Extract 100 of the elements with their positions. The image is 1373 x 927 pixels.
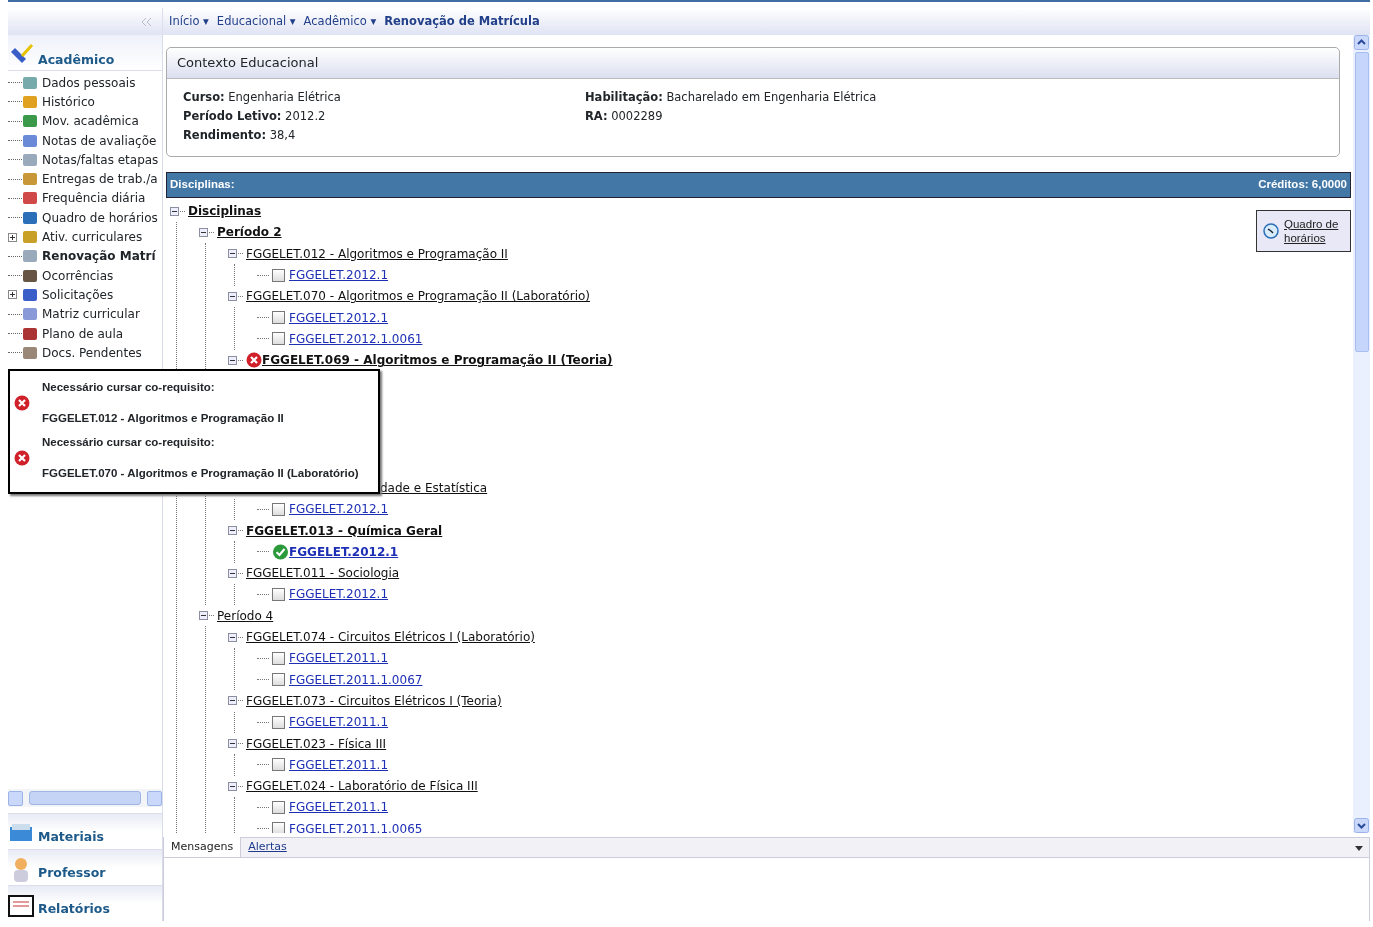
checkbox[interactable] <box>272 715 285 729</box>
vertical-scrollbar[interactable] <box>1353 35 1370 833</box>
scroll-up-icon[interactable] <box>1354 35 1369 50</box>
tooltip-title: Necessário cursar co-requisito: <box>42 434 216 450</box>
menu-item-icon <box>22 132 38 149</box>
tree-node-label[interactable]: FGGELET.073 - Circuitos Elétricos I (Teoria) <box>246 691 502 710</box>
menu-item-icon <box>22 344 38 361</box>
minus-icon[interactable] <box>228 739 237 749</box>
menu-link[interactable]: Ativ. curriculares <box>42 228 143 246</box>
menu-item-icon <box>22 286 38 303</box>
checkbox[interactable] <box>272 758 285 772</box>
menu-item-icon <box>22 74 38 91</box>
menu-link[interactable]: Solicitações <box>42 285 114 304</box>
menu-link[interactable]: Matriz curricular <box>42 305 140 324</box>
checkbox[interactable] <box>272 673 285 687</box>
tree-node-label[interactable]: FGGELET.024 - Laboratório de Física III <box>246 777 478 796</box>
menu-link[interactable]: Docs. Pendentes <box>42 343 142 362</box>
checkbox[interactable] <box>272 268 285 282</box>
offer-link[interactable]: FGGELET.2011.1.0065 <box>289 819 423 833</box>
menu-link[interactable]: Renovação Matrí <box>42 247 156 266</box>
minus-icon[interactable] <box>199 227 208 237</box>
menu-item-icon <box>22 190 38 207</box>
panel-tab[interactable]: Mensagens <box>164 836 242 857</box>
credits-label: Créditos: 6,0000 <box>1258 177 1347 193</box>
offer-link[interactable]: FGGELET.2012.1 <box>289 542 399 561</box>
breadcrumb-link[interactable]: Educacional ▾ <box>216 12 296 31</box>
minus-icon[interactable] <box>228 632 237 642</box>
tree-node-label[interactable]: Período 4 <box>217 606 274 625</box>
tree-node-label[interactable]: FGGELET.013 - Química Geral <box>246 521 443 540</box>
checkbox[interactable] <box>272 588 285 601</box>
tree-node-label[interactable]: FGGELET.012 - Algoritmos e Programação II <box>246 244 508 263</box>
menu-link[interactable]: Notas de avaliaçõe <box>42 131 157 150</box>
schedule-button[interactable]: Quadro de horários <box>1256 209 1351 253</box>
tree-node-label[interactable]: FGGELET.074 - Circuitos Elétricos I (Laboratório) <box>246 628 535 647</box>
breadcrumb-link[interactable]: Renovação de Matrícula <box>384 12 540 31</box>
clock-icon <box>1263 222 1279 239</box>
panel-title: Contexto Educacional <box>167 48 1339 79</box>
field-text: Curso: Engenharia Elétrica <box>183 88 342 106</box>
offer-link[interactable]: FGGELET.2011.1 <box>289 755 389 774</box>
error-icon <box>14 449 30 466</box>
minus-icon[interactable] <box>228 781 237 791</box>
offer-link[interactable]: FGGELET.2011.1 <box>289 713 389 732</box>
menu-item-icon <box>22 209 38 226</box>
menu-link[interactable]: Quadro de horários <box>42 208 158 227</box>
menu-item-icon <box>22 93 38 110</box>
minus-icon[interactable] <box>199 611 208 621</box>
tree-node-label[interactable]: Período 2 <box>217 223 282 242</box>
offer-link[interactable]: FGGELET.2012.1.0061 <box>289 329 423 348</box>
checkbox[interactable] <box>272 800 285 814</box>
breadcrumb-link[interactable]: Início ▾ <box>169 12 209 31</box>
minus-icon[interactable] <box>228 355 237 365</box>
menu-item-icon <box>22 229 38 245</box>
menu-link[interactable]: Plano de aula <box>42 324 124 343</box>
menu-link[interactable]: Mov. acadêmica <box>42 112 139 131</box>
menu-link[interactable]: Notas/faltas etapas <box>42 150 159 169</box>
header-label: Disciplinas: <box>170 177 235 193</box>
offer-link[interactable]: FGGELET.2011.1.0067 <box>289 670 423 689</box>
plus-icon[interactable] <box>8 232 17 242</box>
field-text: Rendimento: 38,4 <box>183 127 297 144</box>
dropdown-caret-icon[interactable] <box>1355 846 1363 851</box>
horizontal-scrollbar[interactable] <box>8 789 162 807</box>
menu-link[interactable]: Histórico <box>42 92 95 111</box>
offer-link[interactable]: FGGELET.2011.1 <box>289 798 389 817</box>
offer-link[interactable]: FGGELET.2012.1 <box>289 266 389 285</box>
report-icon <box>8 893 34 919</box>
menu-item-icon <box>22 306 38 323</box>
offer-link[interactable]: FGGELET.2011.1 <box>289 649 389 668</box>
checkbox[interactable] <box>272 502 285 516</box>
field-text: RA: 0002289 <box>585 107 664 125</box>
tooltip-title: Necessário cursar co-requisito: <box>42 380 216 395</box>
panel-tab[interactable]: Alertas <box>241 836 294 857</box>
minus-icon[interactable] <box>228 291 237 301</box>
tooltip-detail: FGGELET.012 - Algoritmos e Programação II <box>42 411 285 427</box>
tree-node-label[interactable]: FGGELET.011 - Sociologia <box>246 564 400 583</box>
minus-icon[interactable] <box>170 206 179 216</box>
tree-node-label[interactable]: Disciplinas <box>188 202 262 221</box>
plus-icon[interactable] <box>8 290 17 300</box>
tree-node-label[interactable]: FGGELET.070 - Algoritmos e Programação II (Laboratório) <box>246 287 590 306</box>
menu-link[interactable]: Ocorrências <box>42 266 114 285</box>
tree-node-label[interactable]: dade e Estatística <box>380 479 488 497</box>
breadcrumb-link[interactable]: Acadêmico ▾ <box>303 12 377 31</box>
minus-icon[interactable] <box>228 526 237 536</box>
offer-link[interactable]: FGGELET.2012.1 <box>289 500 389 519</box>
menu-item-icon <box>22 248 38 265</box>
offer-link[interactable]: FGGELET.2012.1 <box>289 585 389 604</box>
tree-node-label[interactable]: FGGELET.069 - Algoritmos e Programação II (Teoria) <box>262 351 613 370</box>
minus-icon[interactable] <box>228 696 237 706</box>
field-text: Período Letivo: 2012.2 <box>183 107 327 125</box>
checkbox[interactable] <box>272 822 285 833</box>
offer-link[interactable]: FGGELET.2012.1 <box>289 308 389 327</box>
minus-icon[interactable] <box>228 249 237 259</box>
menu-link[interactable]: Dados pessoais <box>42 73 136 92</box>
tree-node-label[interactable]: FGGELET.023 - Física III <box>246 734 387 753</box>
checkbox[interactable] <box>272 332 285 346</box>
scroll-down-icon[interactable] <box>1354 818 1369 833</box>
menu-link[interactable]: Frequência diária <box>42 189 146 208</box>
checkbox[interactable] <box>272 311 285 325</box>
minus-icon[interactable] <box>228 568 237 578</box>
menu-link[interactable]: Entregas de trab./a <box>42 170 158 189</box>
checkbox[interactable] <box>272 651 285 665</box>
